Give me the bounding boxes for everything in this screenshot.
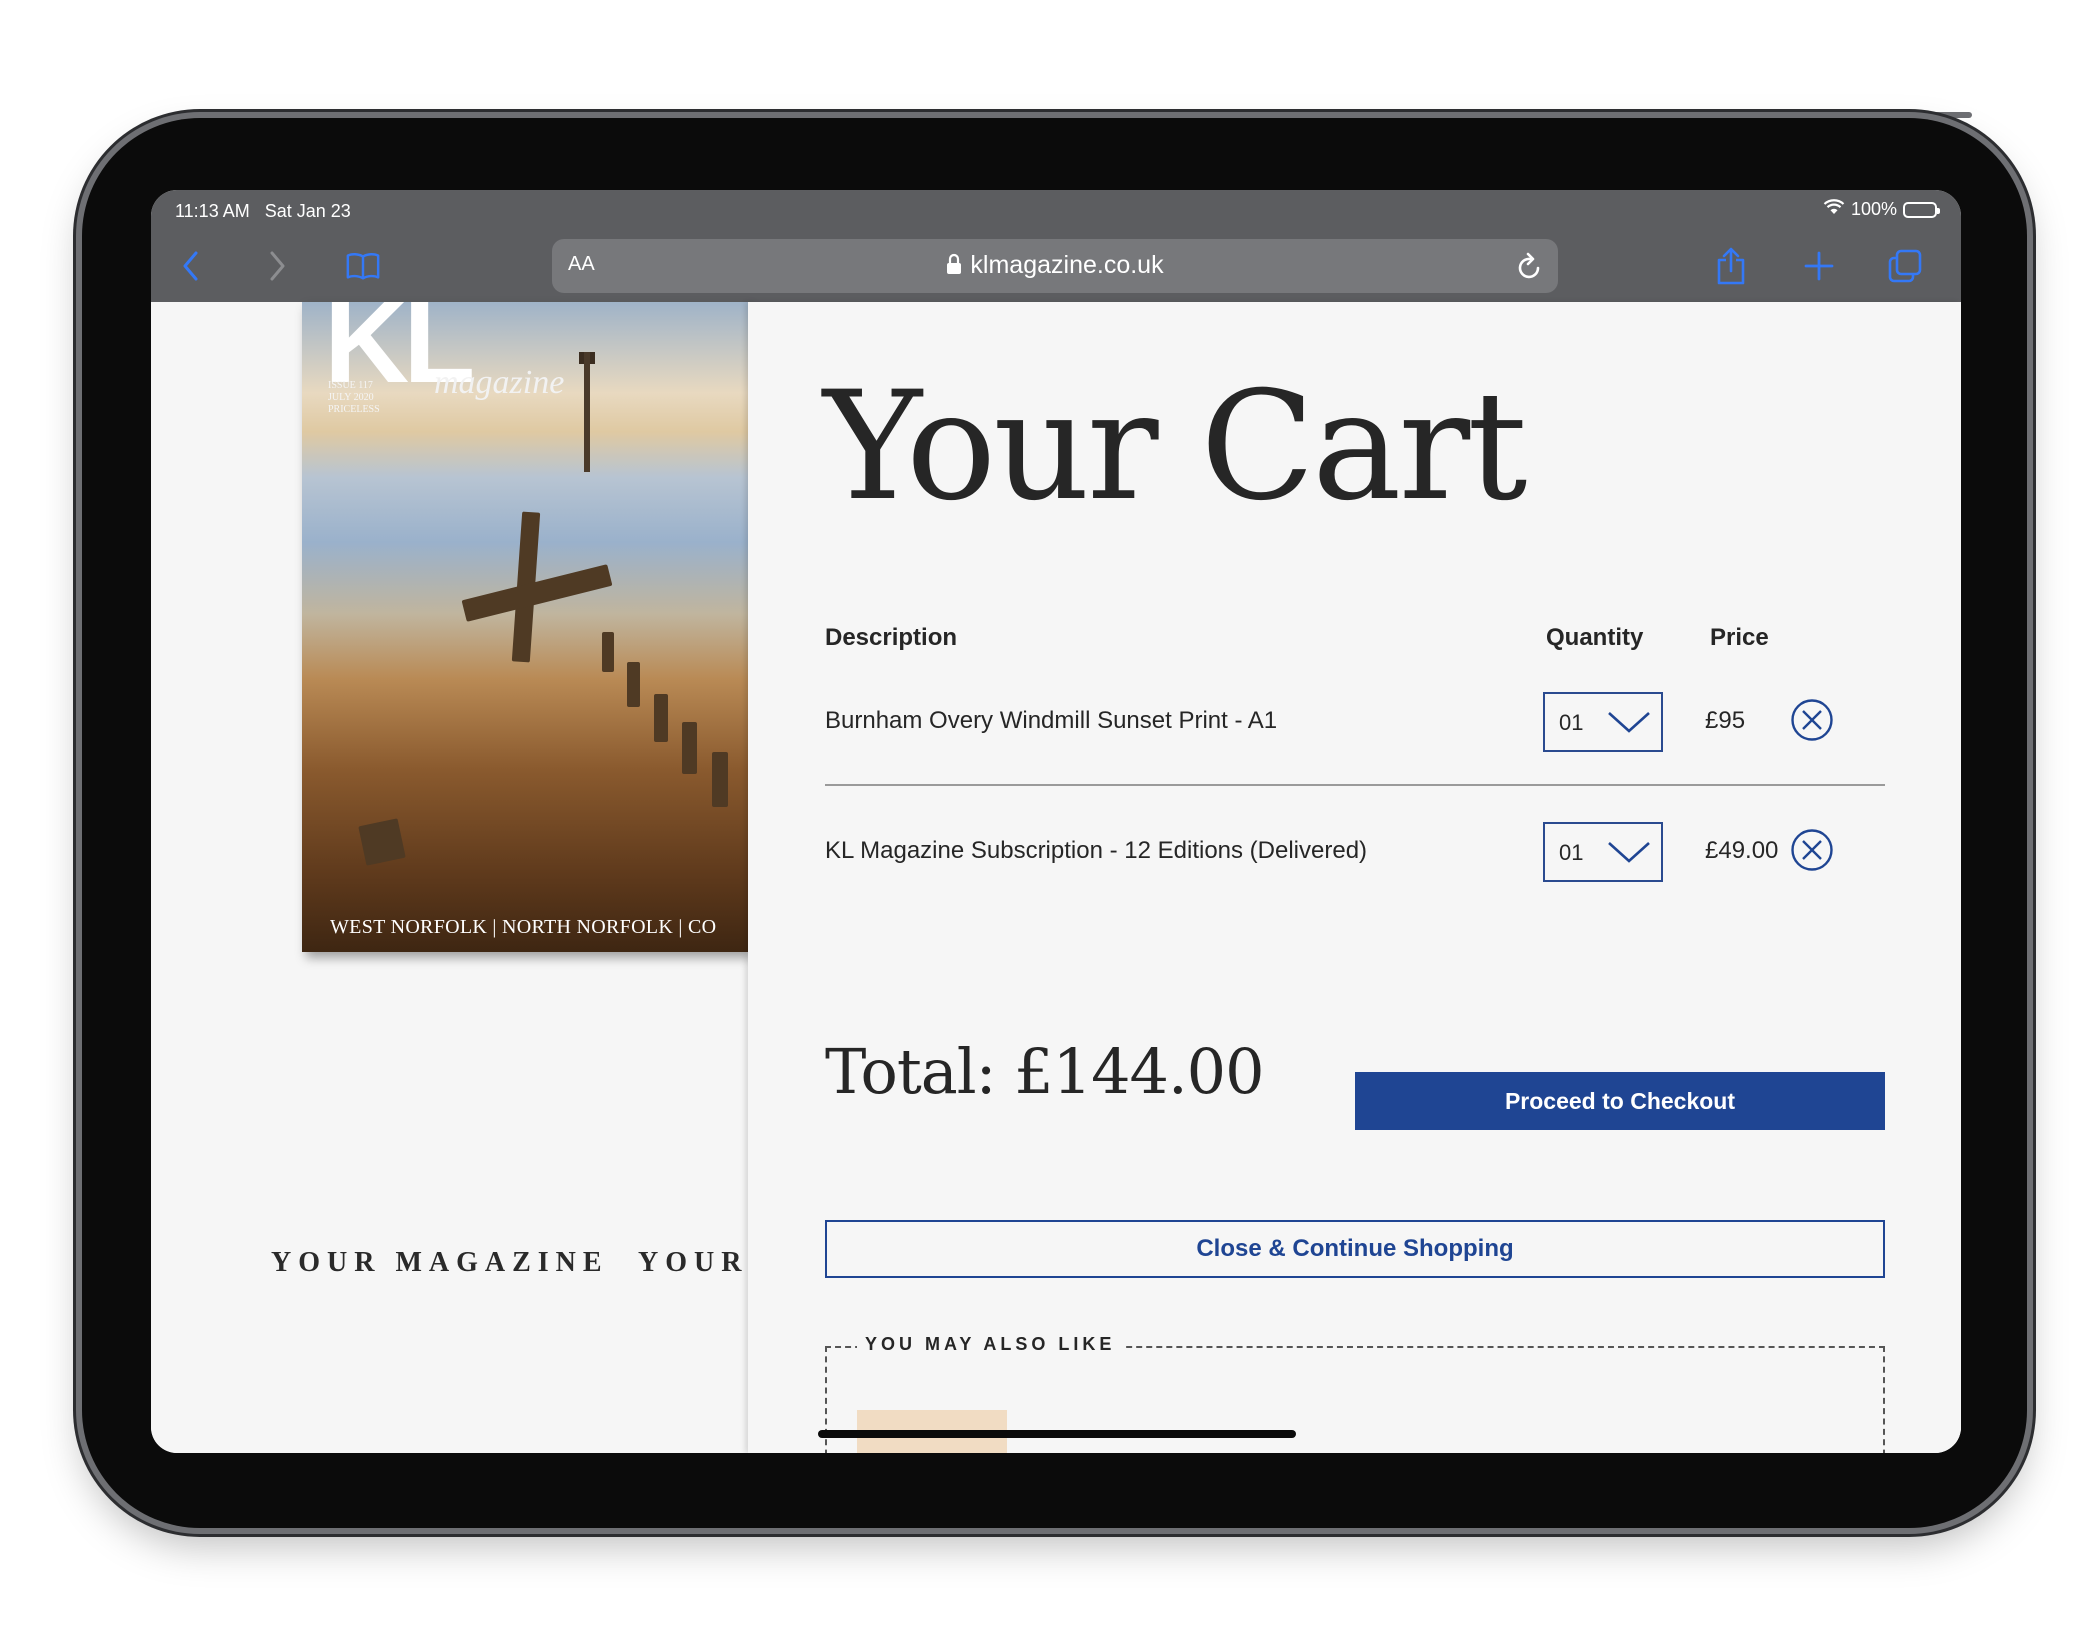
forward-icon[interactable] [259,248,295,284]
cart-item-price: £95 [1705,707,1746,734]
cart-item-description: Burnham Overy Windmill Sunset Print - A1 [825,707,1278,734]
you-may-also-like-heading: YOU MAY ALSO LIKE [857,1334,1124,1355]
cover-issue-info: ISSUE 117 JULY 2020 PRICELESS [328,380,380,415]
remove-item-icon[interactable] [1790,828,1834,872]
cover-script: magazine [434,364,565,401]
row-divider [825,784,1885,786]
address-bar[interactable]: AA klmagazine.co.uk [552,239,1558,293]
wifi-icon [1823,199,1845,220]
reload-icon[interactable] [1516,251,1544,286]
quantity-value: 01 [1559,840,1584,865]
tabs-overview-icon[interactable] [1887,248,1923,284]
chevron-down-icon [1607,840,1651,869]
close-continue-shopping-button[interactable]: Close & Continue Shopping [825,1220,1885,1278]
ipad-screen: 11:13 AM Sat Jan 23 100% AA klmagazine.c… [151,190,1961,1453]
quantity-select[interactable]: 01 [1543,822,1663,882]
magazine-cover-image[interactable]: KL magazine ISSUE 117 JULY 2020 PRICELES… [302,302,748,952]
nav-your-magazine[interactable]: YOUR MAGAZINE [271,1247,609,1279]
quantity-select[interactable]: 01 [1543,692,1663,752]
bookmarks-icon[interactable] [345,248,381,284]
proceed-to-checkout-button[interactable]: Proceed to Checkout [1355,1072,1885,1130]
cart-panel: Your Cart Description Quantity Price Bur… [748,302,1961,1453]
cart-item-price: £49.00 [1705,837,1779,864]
new-tab-icon[interactable] [1801,248,1837,284]
cover-strapline: WEST NORFOLK | NORTH NORFOLK | CO [330,916,717,938]
browser-toolbar: AA klmagazine.co.uk [151,232,1961,302]
status-date: Sat Jan 23 [264,201,351,221]
cart-item-description: KL Magazine Subscription - 12 Editions (… [825,837,1368,864]
status-bar: 11:13 AM Sat Jan 23 100% [151,190,1961,232]
cart-title: Your Cart [823,360,1527,534]
web-page: KL magazine ISSUE 117 JULY 2020 PRICELES… [151,302,1961,1453]
status-time: 11:13 AM [175,201,250,221]
column-header-description: Description [825,624,958,651]
url-text: klmagazine.co.uk [970,251,1164,279]
chevron-down-icon [1607,710,1651,739]
quantity-value: 01 [1559,710,1584,735]
column-header-quantity: Quantity [1546,624,1644,651]
back-icon[interactable] [173,248,209,284]
battery-percent: 100% [1850,199,1897,219]
cart-total: Total: £144.00 [825,1035,1265,1108]
home-indicator[interactable] [818,1430,1296,1438]
lock-icon [946,253,962,282]
share-icon[interactable] [1713,247,1749,285]
nav-your[interactable]: YOUR [638,1247,748,1279]
battery-icon [1903,201,1940,218]
column-header-price: Price [1710,624,1769,651]
remove-item-icon[interactable] [1790,698,1834,742]
